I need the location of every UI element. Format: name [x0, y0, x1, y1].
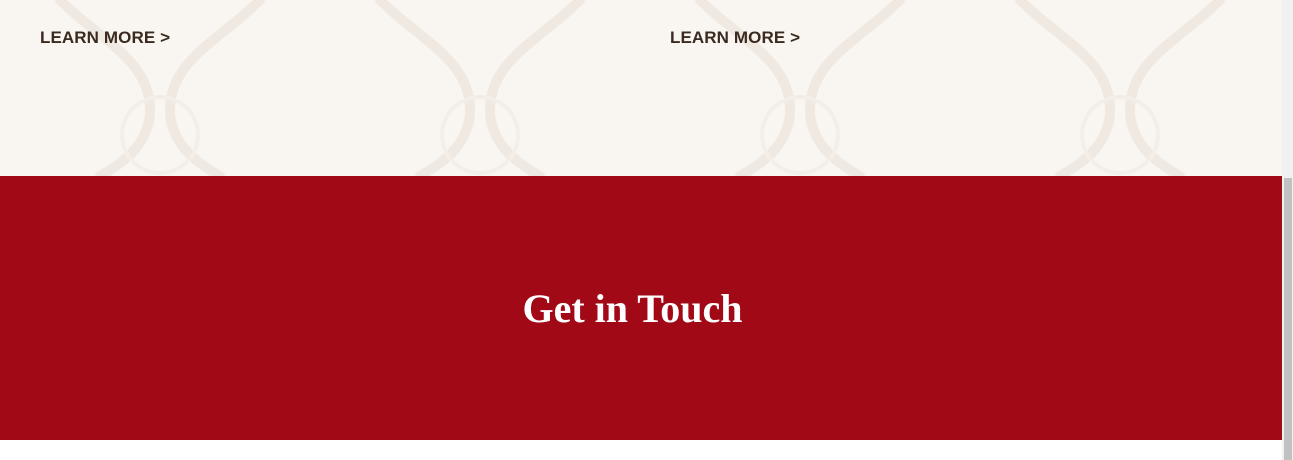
- learn-more-link-right[interactable]: LEARN MORE >: [670, 28, 800, 48]
- learn-more-link-left[interactable]: LEARN MORE >: [40, 28, 170, 48]
- get-in-touch-heading: Get in Touch: [522, 286, 743, 331]
- scrollbar-thumb[interactable]: [1284, 178, 1292, 460]
- rope-knot-pattern-icon: [55, 0, 1225, 176]
- features-section: LEARN MORE > LEARN MORE >: [0, 0, 1282, 176]
- section-divider: [0, 440, 1282, 460]
- page: LEARN MORE > LEARN MORE > Get in Touch: [0, 0, 1293, 460]
